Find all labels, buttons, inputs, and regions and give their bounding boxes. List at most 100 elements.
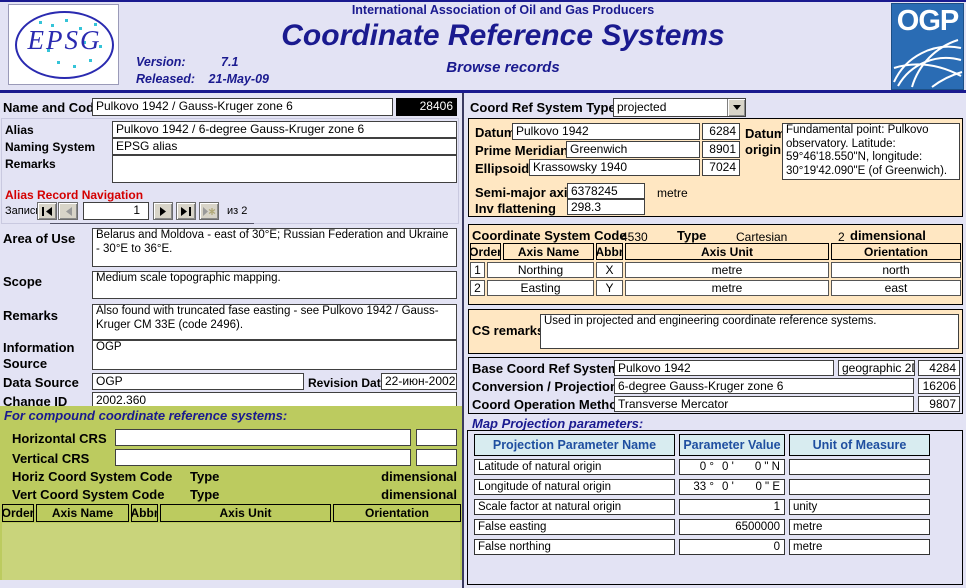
cs-row2-unit[interactable]: metre [625,280,829,296]
last-record-button[interactable] [176,202,196,220]
cs-row1-orientation[interactable]: north [831,262,961,278]
scope-field[interactable]: Medium scale topographic mapping. [92,271,457,299]
proj-row5-name[interactable]: False northing [474,539,675,555]
base-crs-type-field[interactable]: geographic 2D [838,360,915,376]
cs-header-unit: Axis Unit [625,243,829,260]
page-subtitle: Browse records [446,59,560,76]
cs-row1-name[interactable]: Northing [487,262,594,278]
ellipsoid-code-field[interactable]: 7024 [702,159,740,176]
cs-type-value[interactable]: Cartesian [736,230,787,244]
alias-field[interactable]: Pulkovo 1942 / 6-degree Gauss-Kruger zon… [112,121,457,138]
new-record-button[interactable] [199,202,219,220]
semi-major-axis-unit: metre [657,186,688,200]
panel-divider [462,93,464,588]
remarks-field[interactable]: Also found with truncated fase easting -… [92,304,457,340]
revision-date-label: Revision Date [308,376,388,390]
vertical-crs-code-field[interactable] [416,449,457,466]
previous-record-button[interactable] [58,202,78,220]
cs-type-label: Type [677,228,707,243]
area-of-use-field[interactable]: Belarus and Moldova - east of 30°E; Russ… [92,228,457,267]
horizontal-crs-code-field[interactable] [416,429,457,446]
alias-remarks-field[interactable] [112,155,457,183]
map-proj-title: Map Projection parameters: [472,416,644,431]
proj-row1-value[interactable]: 0 ° 0 ' 0 " N [679,459,785,475]
cs-dim-value[interactable]: 2 [838,230,845,244]
crs-name-field[interactable]: Pulkovo 1942 / Gauss-Kruger zone 6 [92,98,393,116]
remarks-label: Remarks [3,308,58,323]
header-org: International Association of Oil and Gas… [351,3,655,17]
datum-origin-field[interactable]: Fundamental point: Pulkovo observatory. … [782,123,960,180]
horiz-coord-system-code-label: Horiz Coord System Code [12,469,173,484]
prime-meridian-field[interactable]: Greenwich [566,141,700,158]
proj-row4-name[interactable]: False easting [474,519,675,535]
cs-code-value[interactable]: 4530 [621,230,648,244]
proj-row5-value[interactable]: 0 [679,539,785,555]
dropdown-button[interactable] [727,99,745,116]
next-record-button[interactable] [153,202,173,220]
inv-flattening-field[interactable]: 298.3 [567,199,645,215]
datum-field[interactable]: Pulkovo 1942 [512,123,700,140]
chevron-down-icon [732,105,741,110]
cs-row2-orientation[interactable]: east [831,280,961,296]
base-crs-code-field[interactable]: 4284 [918,360,960,376]
proj-header-value: Parameter Value [679,434,785,456]
cs-remarks-field[interactable]: Used in projected and engineering coordi… [540,314,959,349]
horiz-type-label: Type [190,469,220,484]
cs-header-abbr: Abbr [596,243,623,260]
alias-remarks-label: Remarks [5,157,56,171]
prime-meridian-code-field[interactable]: 8901 [702,141,740,158]
scope-label: Scope [3,274,43,289]
compound-axis-header-name: Axis Name [36,504,129,522]
revision-date-field[interactable]: 22-июн-2002 [381,373,457,390]
cs-dim-label: dimensional [850,228,926,243]
header: EPSG Version: 7.1 Released: 21-May-09 In… [0,2,966,93]
info-source-field[interactable]: OGP [92,340,457,370]
horiz-dimensional-label: dimensional [381,469,457,484]
proj-row1-name[interactable]: Latitude of natural origin [474,459,675,475]
datum-code-field[interactable]: 6284 [702,123,740,140]
subform-edge [50,223,254,224]
conversion-field[interactable]: 6-degree Gauss-Kruger zone 6 [614,378,914,394]
crs-type-label: Coord Ref System Type [470,100,616,115]
horizontal-crs-field[interactable] [115,429,411,446]
semi-major-axis-label: Semi-major axis [475,185,575,200]
cs-row1-unit[interactable]: metre [625,262,829,278]
proj-row2-value[interactable]: 33 ° 0 ' 0 " E [679,479,785,495]
area-of-use-label: Area of Use [3,231,76,246]
cs-row1-order[interactable]: 1 [470,262,485,278]
proj-row2-name[interactable]: Longitude of natural origin [474,479,675,495]
cs-row1-abbr[interactable]: X [596,262,623,278]
semi-major-axis-field[interactable]: 6378245 [567,183,645,199]
compound-title: For compound coordinate reference system… [4,408,288,423]
cs-header-order: Order [470,243,501,260]
proj-row2-unit[interactable] [789,479,930,495]
proj-row5-unit[interactable]: metre [789,539,930,555]
ellipsoid-label: Ellipsoid [475,161,530,176]
method-field[interactable]: Transverse Mercator [614,396,914,412]
proj-row3-unit[interactable]: unity [789,499,930,515]
record-number-field[interactable]: 1 [83,202,149,220]
proj-row2-deg: 33 ° [693,481,714,493]
naming-system-label: Naming System [5,140,96,154]
proj-row3-name[interactable]: Scale factor at natural origin [474,499,675,515]
proj-row4-value[interactable]: 6500000 [679,519,785,535]
method-code-field[interactable]: 9807 [918,396,960,412]
ellipsoid-field[interactable]: Krassowsky 1940 [529,159,700,176]
cs-row2-order[interactable]: 2 [470,280,485,296]
cs-row2-name[interactable]: Easting [487,280,594,296]
vert-type-label: Type [190,487,220,502]
vertical-crs-field[interactable] [115,449,411,466]
conversion-code-field[interactable]: 16206 [918,378,960,394]
cs-row2-abbr[interactable]: Y [596,280,623,296]
proj-row4-unit[interactable]: metre [789,519,930,535]
crs-type-dropdown[interactable]: projected [613,98,746,117]
naming-system-field[interactable]: EPSG alias [112,138,457,155]
proj-row3-value[interactable]: 1 [679,499,785,515]
crs-code-field[interactable]: 28406 [396,98,457,116]
base-crs-field[interactable]: Pulkovo 1942 [614,360,834,376]
data-source-field[interactable]: OGP [92,373,304,390]
page-title: Coordinate Reference Systems [281,19,725,52]
prime-meridian-label: Prime Meridian [475,143,569,158]
proj-row1-unit[interactable] [789,459,930,475]
first-record-button[interactable] [37,202,57,220]
